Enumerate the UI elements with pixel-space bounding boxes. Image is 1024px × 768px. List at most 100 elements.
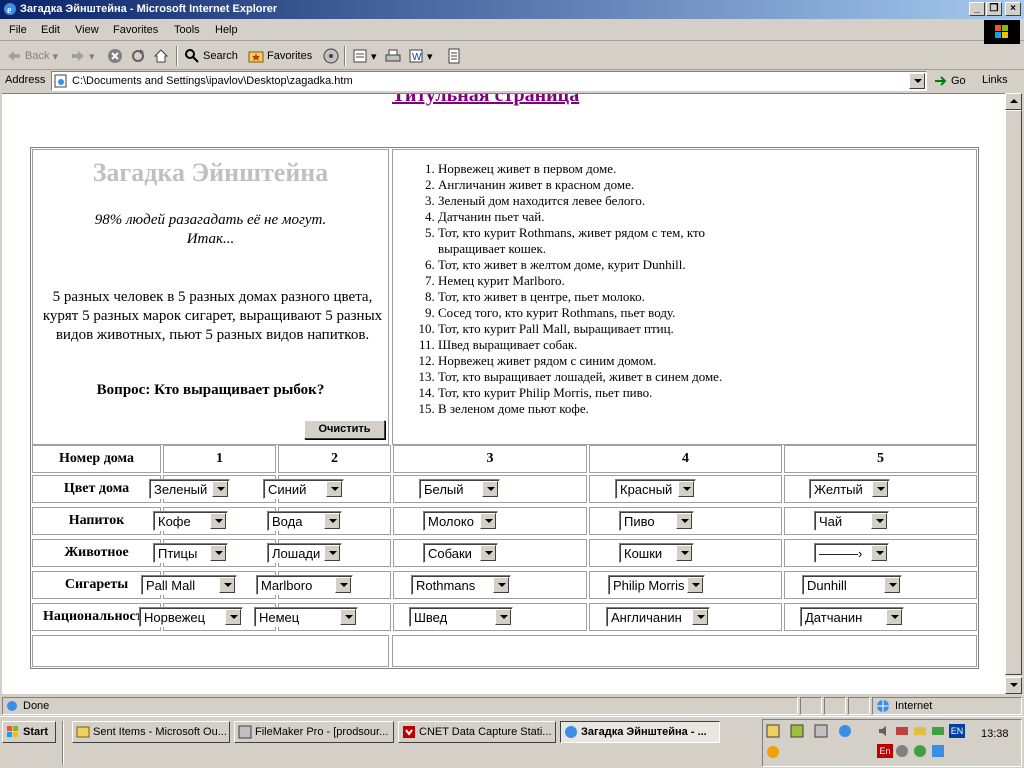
search-button[interactable]: Search [184,48,238,64]
history-button[interactable]: ▾ [352,48,377,64]
house-select[interactable]: Белый [419,479,500,499]
media-button[interactable] [323,48,339,64]
window-title-bar[interactable]: e Загадка Эйнштейна - Microsoft Internet… [0,0,1024,19]
task-outlook[interactable]: Sent Items - Microsoft Ou... [72,721,230,743]
scroll-down-button[interactable] [1005,677,1022,694]
forward-button[interactable]: ▾ [70,48,95,64]
language-indicator[interactable]: EN [949,724,965,738]
house-select[interactable]: Лошади [267,543,342,563]
clear-button[interactable]: Очистить [304,420,385,439]
house-select[interactable]: Синий [263,479,344,499]
dropdown-button[interactable] [480,545,496,561]
stop-button[interactable] [107,48,123,64]
dropdown-button[interactable] [480,513,496,529]
house-select[interactable]: Зеленый [149,479,230,499]
house-select[interactable]: Желтый [809,479,890,499]
dropdown-button[interactable] [886,609,902,625]
menu-file[interactable]: File [9,24,27,36]
dropdown-button[interactable] [687,577,703,593]
house-select[interactable]: Немец [254,607,358,627]
house-select[interactable]: Кошки [619,543,694,563]
links-button[interactable]: Links [982,74,1008,86]
favorites-button[interactable]: Favorites [248,48,312,64]
refresh-button[interactable] [130,48,146,64]
house-select[interactable]: Pall Mall [141,575,237,595]
house-select[interactable]: Швед [409,607,513,627]
house-select[interactable]: Rothmans [411,575,511,595]
language-indicator-secondary[interactable]: En [877,744,893,758]
menu-help[interactable]: Help [215,24,238,36]
address-dropdown-button[interactable] [909,73,925,89]
dropdown-button[interactable] [482,481,498,497]
scroll-thumb[interactable] [1005,110,1022,675]
tray-icon[interactable] [895,744,909,758]
task-cnet[interactable]: CNET Data Capture Stati... [398,721,556,743]
dropdown-button[interactable] [324,545,340,561]
home-button[interactable] [153,48,169,64]
house-select[interactable]: Чай [814,511,889,531]
tray-icon[interactable] [931,744,945,758]
house-select[interactable]: Вода [267,511,342,531]
dropdown-button[interactable] [692,609,708,625]
back-dropdown-icon[interactable]: ▾ [52,50,58,63]
tray-icon[interactable] [913,724,927,738]
dropdown-button[interactable] [335,577,351,593]
edit-button[interactable]: W ▾ [408,48,433,64]
dropdown-button[interactable] [212,481,228,497]
house-select[interactable]: Собаки [423,543,498,563]
dropdown-button[interactable] [219,577,235,593]
dropdown-button[interactable] [225,609,241,625]
tray-icon[interactable] [913,744,927,758]
task-filemaker[interactable]: FileMaker Pro - [prodsour... [234,721,394,743]
house-select[interactable]: Dunhill [802,575,902,595]
house-select[interactable]: Англичанин [606,607,710,627]
menu-edit[interactable]: Edit [41,24,60,36]
tray-icon[interactable] [931,724,945,738]
close-button[interactable]: × [1005,2,1021,16]
menu-tools[interactable]: Tools [174,24,200,36]
house-select[interactable]: Красный [615,479,696,499]
dropdown-button[interactable] [884,577,900,593]
tray-icon[interactable] [895,724,909,738]
back-button[interactable]: Back ▾ [6,48,58,64]
dropdown-button[interactable] [210,545,226,561]
dropdown-button[interactable] [678,481,694,497]
scroll-up-button[interactable] [1005,93,1022,110]
menu-view[interactable]: View [75,24,99,36]
minimize-button[interactable]: _ [969,2,985,16]
discuss-button[interactable] [446,48,462,64]
house-select[interactable]: Молоко [423,511,498,531]
dropdown-button[interactable] [676,545,692,561]
forward-dropdown-icon[interactable]: ▾ [89,50,95,63]
house-select[interactable]: Птицы [153,543,228,563]
dropdown-button[interactable] [871,545,887,561]
menu-favorites[interactable]: Favorites [113,24,158,36]
dropdown-button[interactable] [495,609,511,625]
start-button[interactable]: Start [2,721,56,743]
print-button[interactable] [385,48,401,64]
dropdown-button[interactable] [493,577,509,593]
history-dropdown-icon[interactable]: ▾ [371,50,377,63]
house-select[interactable]: Philip Morris [608,575,705,595]
dropdown-button[interactable] [324,513,340,529]
house-select[interactable]: Датчанин [800,607,904,627]
volume-icon[interactable] [877,724,891,738]
address-input[interactable]: C:\Documents and Settings\ipavlov\Deskto… [51,71,927,91]
dropdown-button[interactable] [326,481,342,497]
house-select[interactable]: Кофе [153,511,228,531]
dropdown-button[interactable] [872,481,888,497]
go-button[interactable]: Go [934,74,966,88]
dropdown-button[interactable] [676,513,692,529]
edit-dropdown-icon[interactable]: ▾ [427,50,433,63]
dropdown-button[interactable] [871,513,887,529]
task-ie-active[interactable]: Загадка Эйнштейна - ... [560,721,720,743]
house-select[interactable]: Пиво [619,511,694,531]
dropdown-button[interactable] [210,513,226,529]
title-page-link[interactable]: Титульная страница [392,94,579,107]
house-select[interactable]: Marlboro [256,575,353,595]
vertical-scrollbar[interactable] [1005,93,1022,694]
dropdown-button[interactable] [340,609,356,625]
house-select[interactable]: Норвежец [139,607,243,627]
maximize-button[interactable]: ❐ [986,2,1002,16]
house-select[interactable]: ———› [814,543,889,563]
